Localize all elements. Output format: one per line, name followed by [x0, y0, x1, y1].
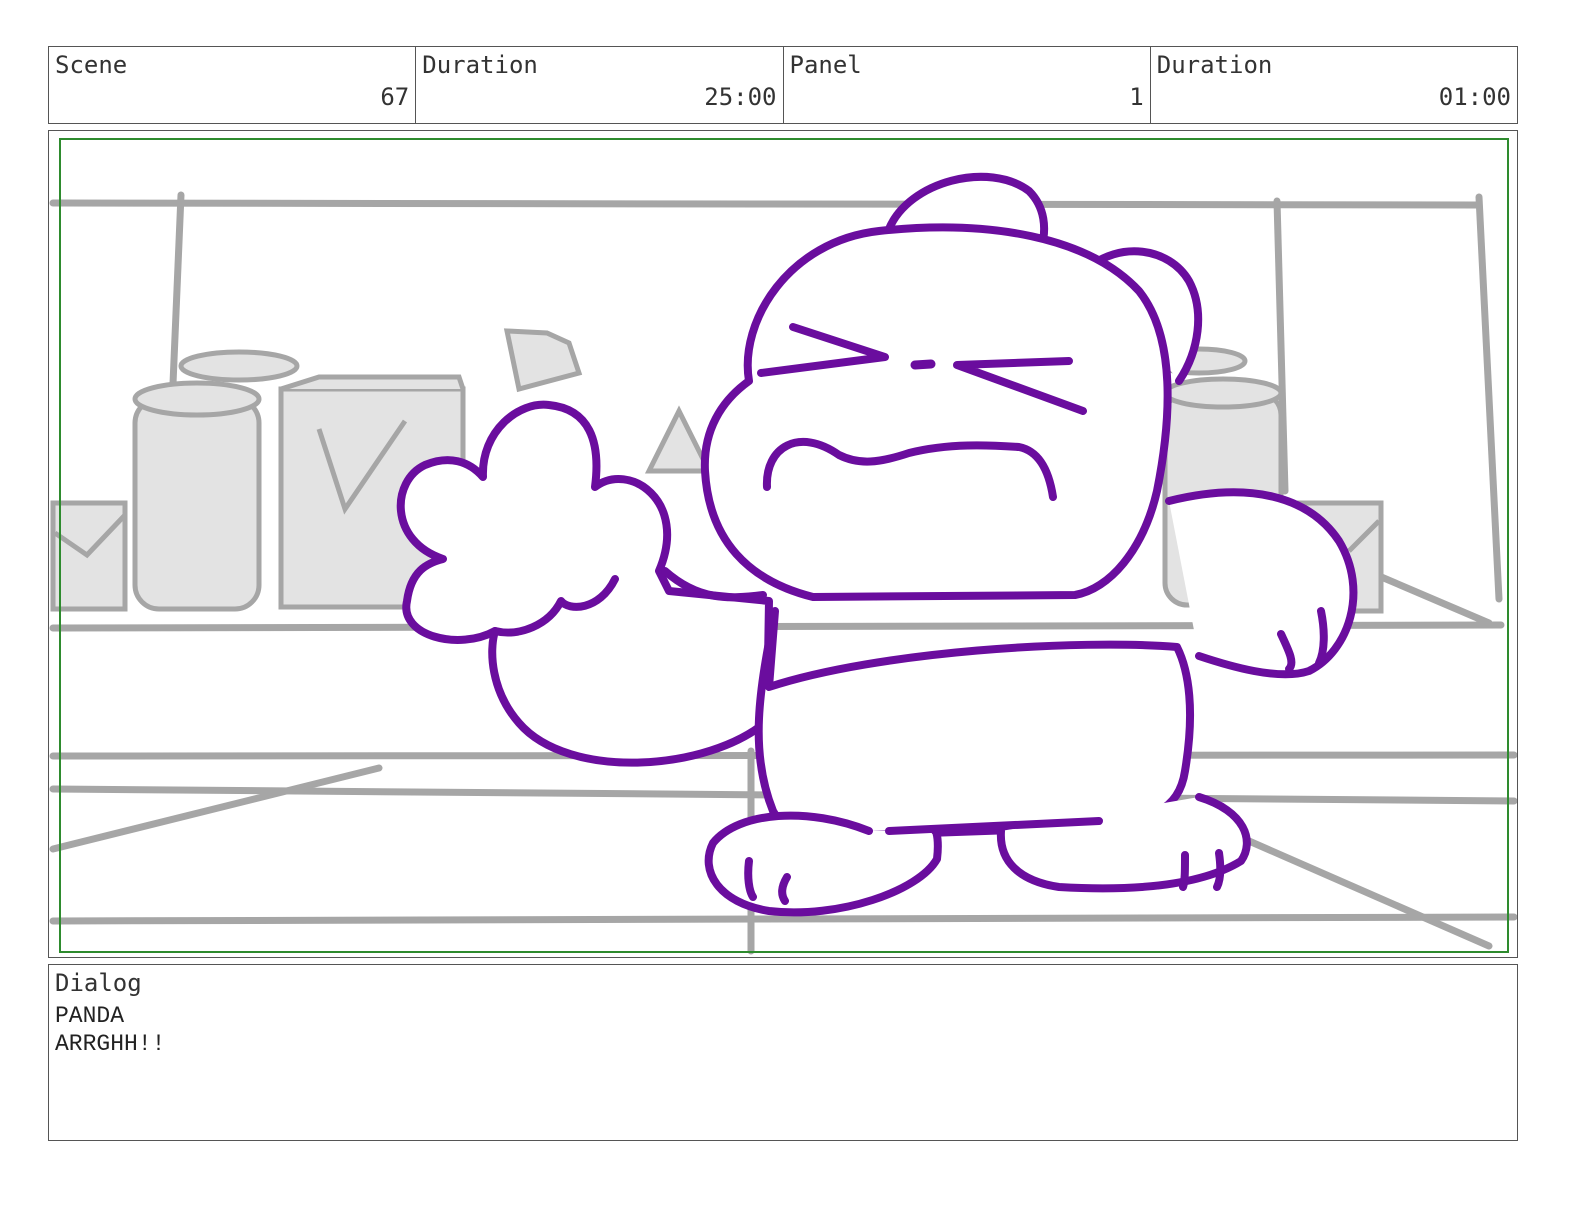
dialog-line: ARRGHH!! — [55, 1031, 166, 1057]
storyboard-panel — [48, 130, 1518, 958]
panda-character — [396, 172, 1358, 917]
panel-drawing — [49, 138, 1517, 955]
panel-number: 1 — [1129, 83, 1144, 111]
panel-label: Panel — [789, 51, 862, 79]
panel-duration-label: Duration — [1156, 51, 1273, 79]
panel-duration-value: 01:00 — [1438, 83, 1511, 111]
scene-number: 67 — [380, 83, 410, 111]
dialog-speaker: PANDA — [55, 1003, 125, 1029]
panel-info-header: Scene 67 Duration 25:00 Panel 1 Duration… — [48, 46, 1518, 124]
scene-duration-cell: Duration 25:00 — [416, 47, 784, 123]
scene-cell: Scene 67 — [49, 47, 417, 123]
scene-duration-value: 25:00 — [704, 83, 777, 111]
scene-label: Scene — [55, 51, 128, 79]
scene-duration-label: Duration — [422, 51, 538, 79]
dialog-label: Dialog — [55, 969, 142, 997]
panel-duration-cell: Duration 01:00 — [1151, 47, 1517, 123]
dialog-box: Dialog PANDA ARRGHH!! — [48, 964, 1518, 1141]
panel-cell: Panel 1 — [784, 47, 1151, 123]
